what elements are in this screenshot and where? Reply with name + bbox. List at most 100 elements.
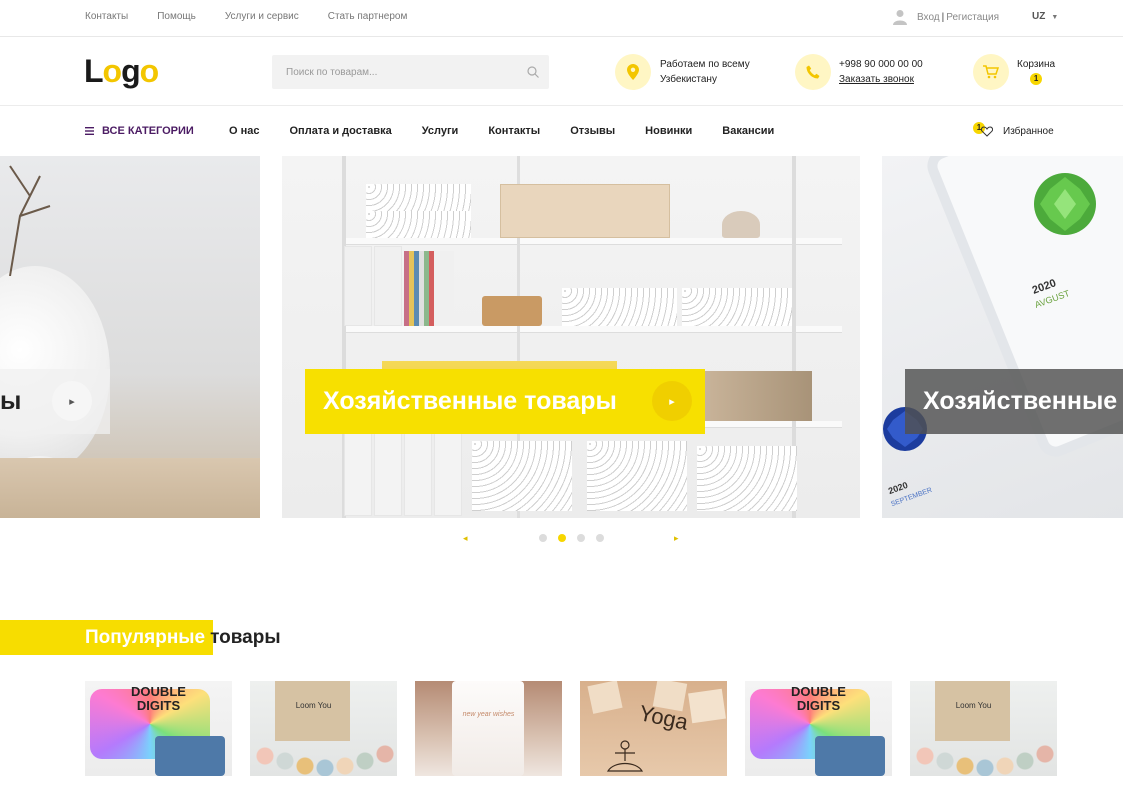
slider-dot-3[interactable] [577, 534, 585, 542]
callback-link[interactable]: Заказать звонок [839, 72, 923, 87]
kraft-bag-image [275, 681, 350, 741]
branch-image [9, 165, 51, 276]
slide-arrow-button-active[interactable]: ▸ [652, 381, 692, 421]
binder-4 [374, 431, 402, 516]
main-nav: ВСЕ КАТЕГОРИИ О нас Оплата и доставка Ус… [0, 106, 1123, 156]
teether-beads-image [915, 736, 1055, 776]
cart-label: Корзина [1017, 59, 1056, 70]
product-card-4[interactable]: Yoga [580, 681, 727, 776]
title-highlight-text: Популярные [85, 626, 206, 648]
login-link[interactable]: Вход [917, 12, 940, 23]
location-text: Работаем по всему Узбекистану [660, 57, 770, 87]
top-link-help[interactable]: Помощь [157, 11, 196, 22]
slider-dot-2[interactable] [558, 534, 566, 542]
top-link-services[interactable]: Услуги и сервис [225, 11, 299, 22]
binder-2 [374, 246, 402, 326]
slide-previous[interactable]: ы ▸ [0, 156, 260, 518]
product-1-text2: DIGITS [136, 698, 181, 713]
brown-folders [702, 371, 812, 421]
table-surface [0, 458, 260, 518]
binder-1 [344, 246, 372, 326]
cart-count-badge: 1 [1030, 73, 1043, 85]
cart-icon-circle [973, 54, 1009, 90]
favorites-link[interactable]: 1 Избранное [973, 122, 1054, 139]
phone-icon [806, 65, 820, 79]
slide-arrow-button-previous[interactable]: ▸ [52, 381, 92, 421]
slide-next[interactable]: 2020 AVGUST 2020 SEPTEMBER Хозяйственные [882, 156, 1123, 518]
language-select[interactable]: UZ ▼ [1032, 11, 1058, 22]
search-input[interactable] [272, 55, 512, 89]
binder-3 [344, 431, 372, 516]
top-utility-bar: Контакты Помощь Услуги и сервис Стать па… [0, 0, 1123, 37]
white-basket-2 [366, 211, 471, 238]
top-link-partner[interactable]: Стать партнером [328, 11, 408, 22]
product-card-2[interactable]: Loom You [250, 681, 397, 776]
top-link-contacts[interactable]: Контакты [85, 11, 128, 22]
nav-item-reviews[interactable]: Отзывы [570, 125, 615, 137]
product-card-5[interactable]: DOUBLE DIGITS [745, 681, 892, 776]
location-pin-icon [627, 64, 639, 80]
cart-text: Корзина 1 [1017, 58, 1055, 86]
cart-block[interactable]: Корзина 1 [973, 54, 1055, 90]
product-card-1[interactable]: DOUBLE DIGITS [85, 681, 232, 776]
product-card-6[interactable]: Loom You [910, 681, 1057, 776]
product-card-3[interactable]: new year wishes [415, 681, 562, 776]
jeans-image [155, 736, 225, 776]
auth-block: Вход | Регистация [893, 9, 999, 25]
product-5-text1: DOUBLE [791, 684, 846, 699]
logo-letter-l: L [84, 53, 104, 89]
slide-caption-next: Хозяйственные [905, 369, 1123, 434]
top-links: Контакты Помощь Услуги и сервис Стать па… [85, 11, 436, 22]
slide-active[interactable]: Хозяйственные товары ▸ [282, 156, 860, 518]
logo-letter-o1: o [102, 53, 123, 89]
register-link[interactable]: Регистация [946, 12, 999, 23]
shelf-1 [342, 238, 842, 244]
yoga-figure-image [606, 740, 644, 772]
product-1-text1: DOUBLE [131, 684, 186, 699]
slider-dot-4[interactable] [596, 534, 604, 542]
auth-separator: | [941, 11, 945, 23]
nav-item-new[interactable]: Новинки [645, 125, 692, 137]
logo-letter-g: g [121, 53, 141, 89]
location-block: Работаем по всему Узбекистану [615, 54, 770, 90]
logo[interactable]: Logo [84, 53, 159, 89]
heart-icon [981, 126, 993, 137]
location-line2: Узбекистану [660, 74, 717, 85]
products-row: DOUBLE DIGITS Loom You new year wishes Y… [85, 681, 1057, 776]
phone-number[interactable]: +998 90 000 00 00 [839, 57, 923, 72]
nav-item-vacancies[interactable]: Вакансии [722, 125, 774, 137]
slide-caption-active: Хозяйственные товары ▸ [305, 369, 705, 434]
phone-text: +998 90 000 00 00 Заказать звонок [839, 57, 923, 87]
location-icon-circle [615, 54, 651, 90]
cart-icon [983, 65, 999, 79]
white-basket-4 [682, 288, 792, 326]
slide-caption-previous: ы ▸ [0, 369, 110, 434]
shell-decor [722, 211, 760, 238]
all-categories-button[interactable]: ВСЕ КАТЕГОРИИ [85, 125, 194, 137]
title-rest-text: товары [210, 626, 281, 648]
white-basket-5 [472, 441, 572, 511]
language-value: UZ [1032, 11, 1046, 22]
slider-prev-arrow[interactable]: ◂ [463, 533, 468, 544]
nav-item-contacts[interactable]: Контакты [488, 125, 540, 137]
slider-dot-1[interactable] [539, 534, 547, 542]
slide-caption-active-text: Хозяйственные товары [323, 387, 617, 415]
nav-item-services[interactable]: Услуги [422, 125, 459, 137]
candle-jar-image [452, 681, 524, 776]
location-line1: Работаем по всему [660, 59, 750, 70]
white-basket-7 [697, 446, 797, 511]
white-basket-6 [587, 441, 687, 511]
product-3-text1: new year wishes [462, 711, 515, 718]
hero-slider: ы ▸ Хозяйственные товары ▸ 2020 AVGUST 2… [0, 156, 1123, 518]
search-icon[interactable] [527, 66, 539, 78]
nav-item-about[interactable]: О нас [229, 125, 260, 137]
chevron-down-icon: ▼ [1051, 14, 1059, 21]
nav-item-payment-delivery[interactable]: Оплата и доставка [290, 125, 392, 137]
teether-beads-image [255, 736, 395, 776]
arrow-right-icon: ▸ [669, 395, 675, 408]
shelf-2 [342, 326, 842, 332]
slider-next-arrow[interactable]: ▸ [674, 533, 679, 544]
header: Logo Работаем по всему Узбекистану +998 … [0, 37, 1123, 106]
binder-6 [434, 431, 462, 516]
menu-icon [85, 127, 94, 135]
